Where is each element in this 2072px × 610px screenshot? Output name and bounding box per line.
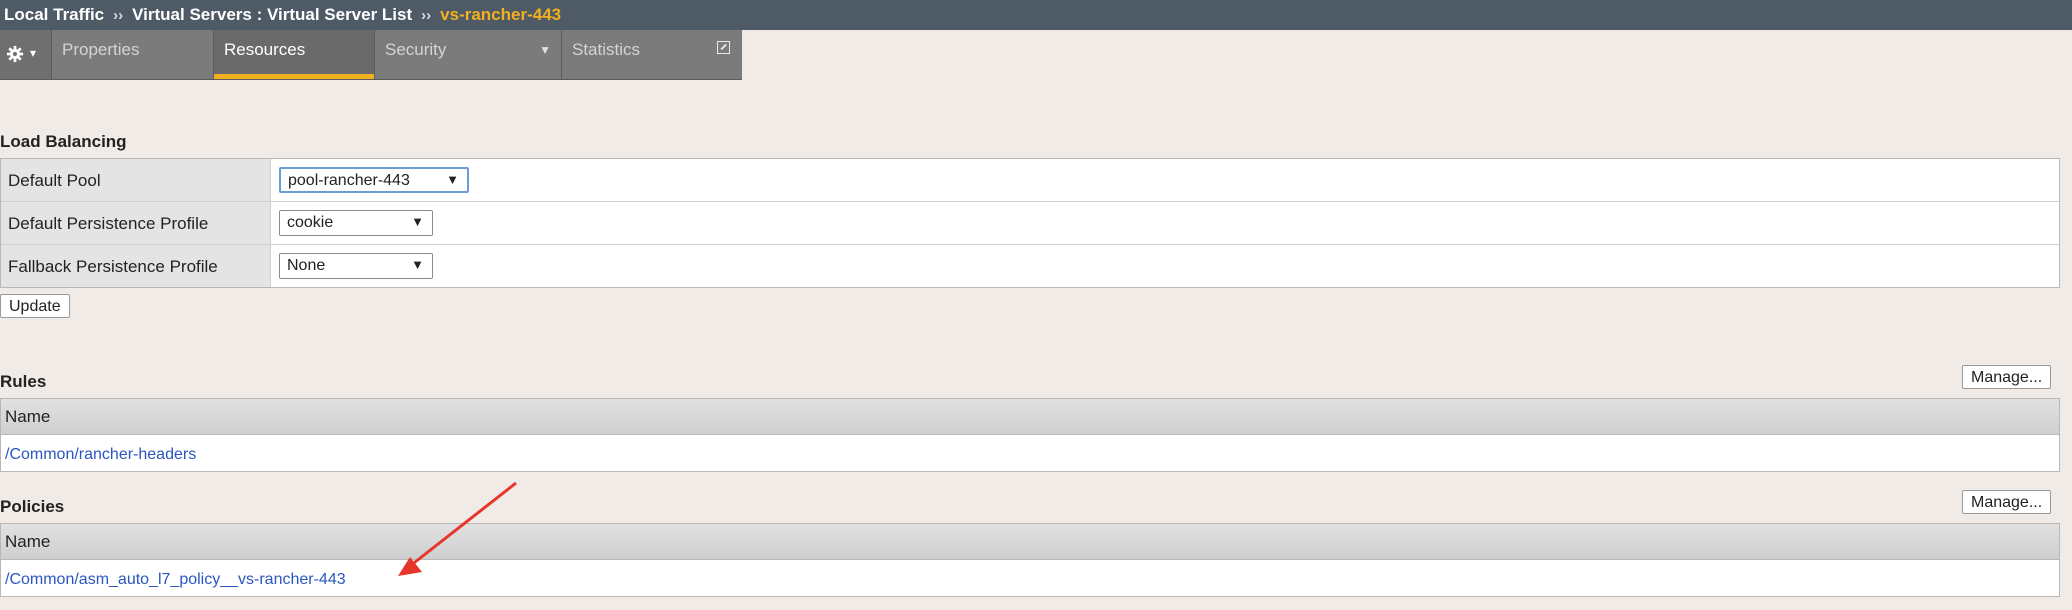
annotation-arrow-icon (398, 481, 517, 576)
